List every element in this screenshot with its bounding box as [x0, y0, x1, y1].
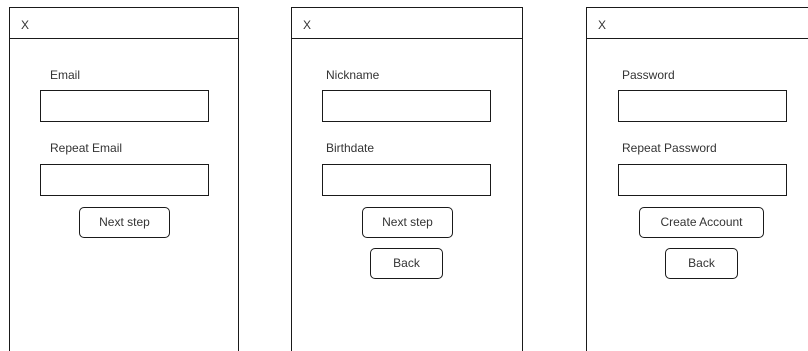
- birthdate-input[interactable]: [322, 164, 491, 196]
- nickname-input[interactable]: [322, 90, 491, 122]
- close-icon[interactable]: X: [21, 18, 29, 32]
- window-titlebar: X: [587, 8, 808, 39]
- repeat-password-input[interactable]: [618, 164, 787, 196]
- password-label: Password: [622, 68, 675, 82]
- close-icon[interactable]: X: [303, 18, 311, 32]
- signup-step-password-window: X Password Repeat Password Create Accoun…: [586, 7, 808, 351]
- repeat-email-label: Repeat Email: [50, 141, 123, 155]
- window-titlebar: X: [292, 8, 522, 39]
- wireframe-canvas: X Email Repeat Email Next step X Nicknam…: [0, 0, 808, 351]
- window-titlebar: X: [10, 8, 238, 39]
- repeat-email-input[interactable]: [40, 164, 209, 196]
- create-account-button[interactable]: Create Account: [639, 207, 764, 238]
- signup-step-profile-window: X Nickname Birthdate Next step Back: [291, 7, 523, 351]
- close-icon[interactable]: X: [598, 18, 606, 32]
- next-step-button[interactable]: Next step: [79, 207, 170, 238]
- nickname-label: Nickname: [326, 68, 380, 82]
- back-button[interactable]: Back: [665, 248, 738, 279]
- birthdate-label: Birthdate: [326, 141, 375, 155]
- email-input[interactable]: [40, 90, 209, 122]
- repeat-password-label: Repeat Password: [622, 141, 717, 155]
- password-input[interactable]: [618, 90, 787, 122]
- next-step-button[interactable]: Next step: [362, 207, 453, 238]
- signup-step-email-window: X Email Repeat Email Next step: [9, 7, 239, 351]
- email-label: Email: [50, 68, 81, 82]
- back-button[interactable]: Back: [370, 248, 443, 279]
